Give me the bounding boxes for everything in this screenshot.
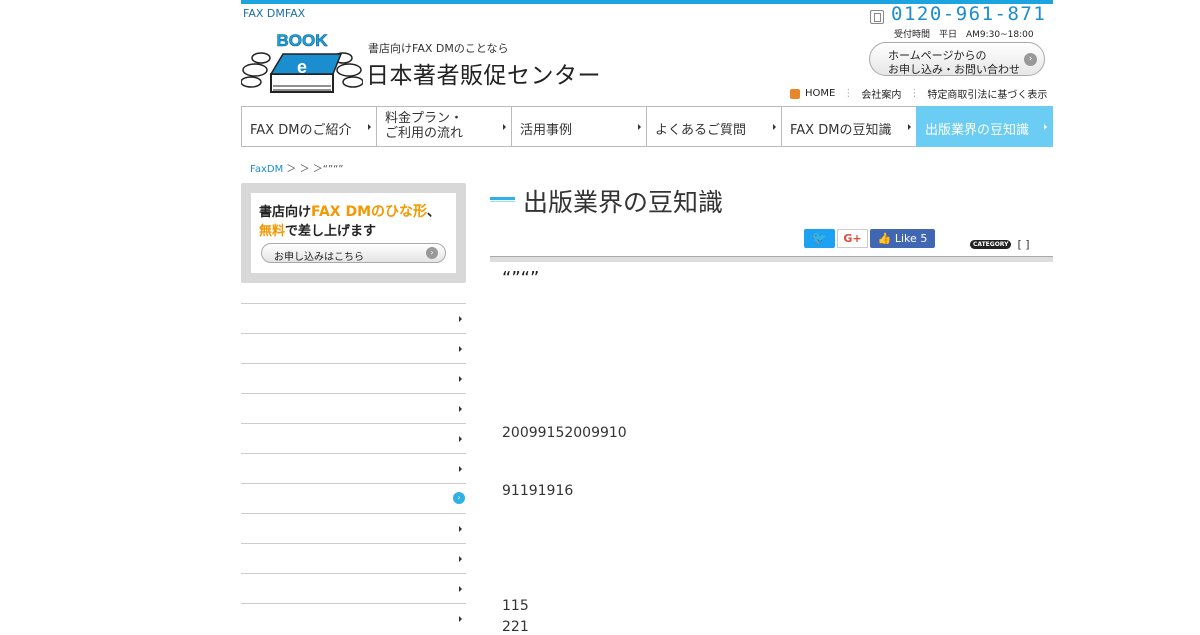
phone-number[interactable]: 0120-961-871 [891,3,1046,25]
side-menu-item[interactable] [241,423,466,453]
breadcrumb-rest: ＞ ＞ ＞“”“” [286,164,344,175]
template-offer-banner[interactable]: 書店向けFAX DMのひな形、 無料で差し上げます お申し込みはこちら › [241,183,466,283]
business-hours: 受付時間 平日 AM9:30~18:00 [894,30,1034,40]
twitter-icon: 🐦 [812,231,827,245]
triangle-right-icon [459,526,462,532]
fb-like-label: Like [894,232,917,245]
banner-text: で差し上げます [285,224,377,239]
twitter-share-button[interactable]: 🐦 [804,229,835,248]
triangle-right-icon [773,124,776,130]
content-divider [490,256,1053,262]
rss-icon [790,88,800,99]
banner-text: 書店向け [259,205,312,220]
phone-icon [870,10,884,24]
nav-item-publishing-tips[interactable]: 出版業界の豆知識 [916,106,1053,147]
apply-button-label: お申し込みはこちら [274,252,364,263]
category-info: CATEGORY [ ] [970,238,1030,251]
phone-block: 0120-961-871 [870,3,1050,28]
banner-inner: 書店向けFAX DMのひな形、 無料で差し上げます お申し込みはこちら › [251,193,456,273]
article-title: “”“” [502,268,540,289]
side-menu-item[interactable]: › [241,483,466,513]
nav-label: 出版業界の豆知識 [925,123,1030,138]
side-menu-item[interactable] [241,333,466,363]
banner-highlight: FAX DMのひな形 [311,204,428,220]
banner-line1: 書店向けFAX DMのひな形、 [259,201,440,221]
utility-links: HOME ⋮ 会社案内 ⋮ 特定商取引法に基づく表示 [790,86,1047,101]
article-paragraph: 20099152009910 [502,425,627,441]
banner-line2: 無料で差し上げます [259,220,376,239]
side-menu-item[interactable] [241,363,466,393]
heading-accent [490,197,515,202]
category-value[interactable]: [ ] [1017,238,1029,251]
nav-item-fax-dm-intro[interactable]: FAX DMのご紹介 [241,106,376,147]
nav-label: FAX DMのご紹介 [250,123,352,138]
circle-arrow-right-icon: › [453,492,465,504]
contact-button-line2: お申し込み・お問い合わせ [888,63,1020,76]
gplus-share-button[interactable]: G+ [837,229,868,248]
util-link-company[interactable]: 会社案内 [861,86,901,101]
side-menu: › [241,303,466,633]
side-menu-item[interactable] [241,393,466,423]
banner-highlight: 無料 [259,224,286,239]
triangle-right-icon [459,586,462,592]
site-subtitle: 書店向けFAX DMのことなら [368,42,509,55]
triangle-right-icon [459,616,462,622]
nav-item-faq[interactable]: よくあるご質問 [646,106,781,147]
nav-label-line2: ご利用の流れ [385,126,464,141]
side-menu-item[interactable] [241,453,466,483]
divider: ⋮ [843,88,854,99]
side-menu-item[interactable] [241,303,466,333]
apply-button[interactable]: お申し込みはこちら › [261,243,446,263]
circle-arrow-right-icon: › [426,247,438,259]
article-paragraph: 91191916 [502,483,574,499]
triangle-right-icon [459,406,462,412]
category-badge: CATEGORY [970,240,1012,249]
nav-item-cases[interactable]: 活用事例 [511,106,646,147]
fb-like-count: 5 [920,232,928,245]
nav-label: よくあるご質問 [655,123,747,138]
util-link-home[interactable]: HOME [805,88,835,99]
breadcrumb-home[interactable]: FaxDM [250,164,283,175]
facebook-like-button[interactable]: 👍 Like 5 [870,229,935,248]
contact-button[interactable]: ホームページからの お申し込み・お問い合わせ › [869,42,1045,76]
site-logo[interactable]: e BOOK [241,28,363,98]
side-menu-item[interactable] [241,573,466,603]
triangle-right-icon [459,376,462,382]
triangle-right-icon [459,316,462,322]
global-nav: FAX DMのご紹介 料金プラン・ ご利用の流れ 活用事例 よくあるご質問 FAX… [241,106,1053,147]
divider: ⋮ [909,88,920,99]
util-link-legal[interactable]: 特定商取引法に基づく表示 [927,86,1047,101]
nav-label: 料金プラン・ ご利用の流れ [385,111,463,141]
triangle-right-icon [459,346,462,352]
triangle-right-icon [368,124,371,130]
triangle-right-icon [459,436,462,442]
circle-arrow-right-icon: › [1024,53,1037,66]
nav-item-pricing[interactable]: 料金プラン・ ご利用の流れ [376,106,511,147]
nav-label: FAX DMの豆知識 [790,123,892,138]
triangle-right-icon [908,124,911,130]
share-buttons: 🐦 G+ 👍 Like 5 [804,229,935,248]
article-paragraph: 221 [502,619,529,635]
page-title: 出版業界の豆知識 [523,188,724,217]
breadcrumb: FaxDM ＞ ＞ ＞“”“” [250,160,344,175]
nav-label-line1: 料金プラン・ [385,111,464,126]
logo-letter: e [297,57,307,77]
logo-badge-text: BOOK [277,31,329,50]
triangle-right-icon [459,466,462,472]
header-tagline: FAX DMFAX [243,7,306,20]
triangle-right-icon [459,556,462,562]
site-title: 日本著者販促センター [366,63,601,89]
triangle-right-icon [638,124,641,130]
side-menu-item[interactable] [241,513,466,543]
nav-label: 活用事例 [520,123,573,138]
side-menu-item[interactable] [241,543,466,573]
banner-text: 、 [427,205,441,220]
triangle-right-icon [1044,124,1047,130]
nav-item-fax-tips[interactable]: FAX DMの豆知識 [781,106,916,147]
side-menu-item[interactable] [241,603,466,633]
triangle-right-icon [503,124,506,130]
article-paragraph: 115 [502,598,529,614]
